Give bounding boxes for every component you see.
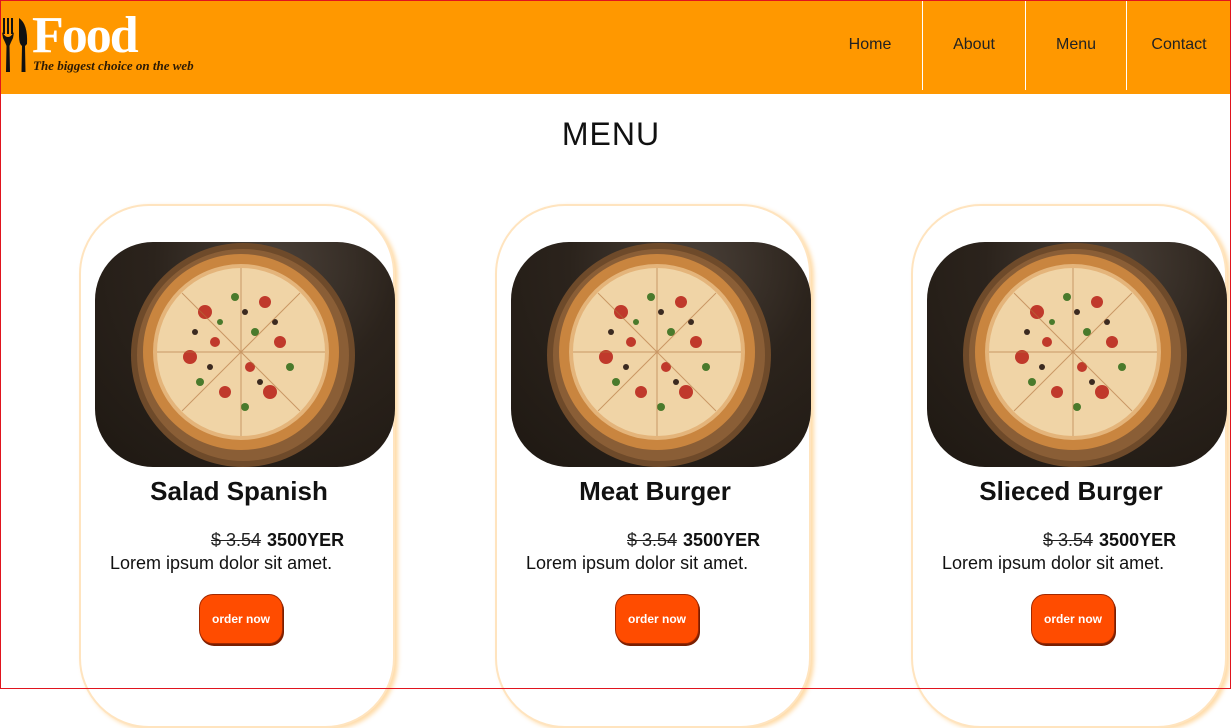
pizza-image — [95, 242, 395, 467]
card-title: Slieced Burger — [979, 476, 1163, 506]
order-now-button[interactable]: order now — [615, 594, 699, 644]
card-description: Lorem ipsum dolor sit amet. — [526, 553, 749, 573]
old-price: $ 3.54 — [211, 530, 262, 550]
site-header: Food The biggest choice on the web Home … — [0, 0, 1231, 94]
brand-tagline: The biggest choice on the web — [33, 58, 194, 73]
nav-contact[interactable]: Contact — [1126, 0, 1231, 90]
page-title: MENU — [561, 116, 661, 152]
pizza-image — [511, 242, 811, 467]
nav-menu[interactable]: Menu — [1025, 0, 1126, 90]
card-description: Lorem ipsum dolor sit amet. — [110, 553, 333, 573]
menu-card: Slieced Burger $ 3.54 3500YER Lorem ipsum… — [911, 204, 1227, 728]
old-price: $ 3.54 — [1043, 530, 1094, 550]
card-price: $ 3.54 3500YER — [1043, 530, 1176, 551]
card-description: Lorem ipsum dolor sit amet. — [942, 553, 1165, 573]
order-now-button[interactable]: order now — [199, 594, 283, 644]
pizza-image — [927, 242, 1227, 467]
new-price: 3500YER — [267, 530, 345, 550]
old-price: $ 3.54 — [627, 530, 678, 550]
site-logo[interactable]: Food The biggest choice on the web — [0, 8, 220, 78]
cutlery-icon — [2, 18, 28, 72]
new-price: 3500YER — [683, 530, 761, 550]
card-title: Salad Spanish — [150, 476, 328, 506]
menu-card: Salad Spanish $ 3.54 3500YER Lorem ipsum … — [79, 204, 395, 728]
nav-about[interactable]: About — [922, 0, 1025, 90]
main-nav: Home About Menu Contact — [818, 0, 1231, 90]
nav-home[interactable]: Home — [818, 0, 922, 90]
menu-card: Meat Burger $ 3.54 3500YER Lorem ipsum do… — [495, 204, 811, 728]
card-price: $ 3.54 3500YER — [627, 530, 760, 551]
card-price: $ 3.54 3500YER — [211, 530, 344, 551]
order-now-button[interactable]: order now — [1031, 594, 1115, 644]
new-price: 3500YER — [1099, 530, 1177, 550]
card-title: Meat Burger — [579, 476, 731, 506]
brand-name: Food — [32, 7, 139, 64]
